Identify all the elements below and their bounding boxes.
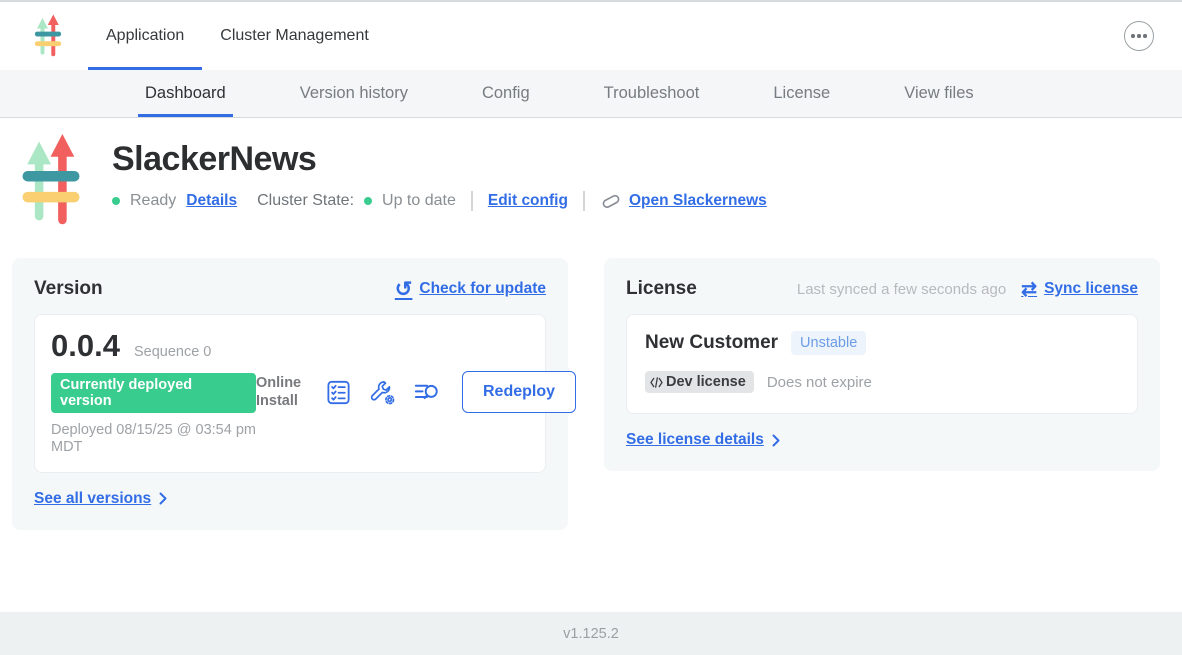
license-info-panel: New Customer Unstable Dev license Does n… <box>626 314 1138 414</box>
see-license-details-label: See license details <box>626 431 764 449</box>
license-card-header: License Last synced a few seconds ago ⇄ … <box>626 278 1138 300</box>
tab-troubleshoot-label: Troubleshoot <box>604 84 700 103</box>
version-info: 0.0.4 Sequence 0 Currently deployed vers… <box>51 328 256 457</box>
tab-license-label: License <box>773 84 830 103</box>
customer-name: New Customer <box>645 332 778 354</box>
license-card-title: License <box>626 278 697 300</box>
license-type-row: Dev license Does not expire <box>645 371 1119 393</box>
last-synced-text: Last synced a few seconds ago <box>797 281 1006 298</box>
cluster-state-dot-icon <box>364 197 372 205</box>
edit-config-link[interactable]: Edit config <box>488 192 568 210</box>
tab-config[interactable]: Config <box>475 70 537 117</box>
license-type-label: Dev license <box>666 374 746 390</box>
tab-version-history[interactable]: Version history <box>293 70 415 117</box>
console-version: v1.125.2 <box>563 626 619 642</box>
code-icon <box>650 377 663 388</box>
version-card-header: Version ↺ Check for update <box>34 278 546 300</box>
tab-application-label: Application <box>106 27 184 45</box>
chevron-right-icon <box>159 492 167 505</box>
divider <box>471 191 473 211</box>
tab-license[interactable]: License <box>766 70 837 117</box>
customer-row: New Customer Unstable <box>645 331 1119 355</box>
sync-license-label: Sync license <box>1044 280 1138 298</box>
license-expiry-text: Does not expire <box>767 374 872 391</box>
app-status-row: Ready Details Cluster State: Up to date … <box>112 191 767 211</box>
app-status-dot-icon <box>112 197 120 205</box>
open-app-link[interactable]: Open Slackernews <box>600 192 767 210</box>
divider <box>583 191 585 211</box>
edit-config-icon[interactable] <box>369 379 396 406</box>
version-card: Version ↺ Check for update 0.0.4 Sequenc… <box>12 258 568 530</box>
current-version-panel: 0.0.4 Sequence 0 Currently deployed vers… <box>34 314 546 473</box>
overflow-menu-button[interactable] <box>1124 21 1154 51</box>
license-type-badge: Dev license <box>645 371 754 393</box>
version-number: 0.0.4 <box>51 328 120 364</box>
sync-license-link[interactable]: ⇄ Sync license <box>1021 280 1138 299</box>
admin-console-page: Application Cluster Management Dashboard… <box>0 0 1182 530</box>
tab-config-label: Config <box>482 84 530 103</box>
tab-dashboard-label: Dashboard <box>145 84 226 103</box>
tab-application[interactable]: Application <box>88 2 202 70</box>
top-nav-tabs: Application Cluster Management <box>88 2 387 70</box>
app-title: SlackerNews <box>112 140 767 179</box>
check-for-update-label: Check for update <box>419 280 546 298</box>
details-link[interactable]: Details <box>186 192 237 210</box>
app-header: SlackerNews Ready Details Cluster State:… <box>0 118 1182 228</box>
version-actions: Online Install <box>256 371 576 413</box>
top-nav: Application Cluster Management <box>0 0 1182 70</box>
version-number-row: 0.0.4 Sequence 0 <box>51 328 256 364</box>
tab-dashboard[interactable]: Dashboard <box>138 70 233 117</box>
app-status-text: Ready <box>130 192 176 210</box>
license-card: License Last synced a few seconds ago ⇄ … <box>604 258 1160 471</box>
channel-badge: Unstable <box>791 331 866 355</box>
deployed-timestamp: Deployed 08/15/25 @ 03:54 pm MDT <box>51 422 256 457</box>
chain-link-icon <box>600 192 622 210</box>
version-card-actions: ↺ Check for update <box>395 279 546 300</box>
cluster-state-label: Cluster State: <box>257 192 354 210</box>
install-type-label: Online Install <box>256 374 308 410</box>
tab-troubleshoot[interactable]: Troubleshoot <box>597 70 707 117</box>
view-deploy-logs-icon[interactable] <box>413 379 440 406</box>
dashboard-cards: Version ↺ Check for update 0.0.4 Sequenc… <box>12 258 1160 530</box>
slackernews-logo-icon <box>22 133 80 228</box>
redeploy-button[interactable]: Redeploy <box>462 371 576 413</box>
see-all-versions-link[interactable]: See all versions <box>34 490 167 508</box>
open-app-link-label: Open Slackernews <box>629 192 767 210</box>
check-for-update-link[interactable]: ↺ Check for update <box>395 279 546 300</box>
ellipsis-icon <box>1131 34 1135 38</box>
tab-view-files[interactable]: View files <box>897 70 980 117</box>
sync-icon: ⇄ <box>1021 280 1037 299</box>
tab-cluster-management-label: Cluster Management <box>220 27 369 45</box>
see-all-versions-label: See all versions <box>34 490 151 508</box>
deployed-status-badge: Currently deployed version <box>51 373 256 413</box>
cluster-state-value: Up to date <box>382 192 456 210</box>
app-sub-nav: Dashboard Version history Config Trouble… <box>0 70 1182 118</box>
sequence-label: Sequence 0 <box>134 344 211 360</box>
chevron-right-icon <box>772 434 780 447</box>
app-header-text: SlackerNews Ready Details Cluster State:… <box>112 133 767 228</box>
tab-view-files-label: View files <box>904 84 973 103</box>
license-card-actions: Last synced a few seconds ago ⇄ Sync lic… <box>797 280 1138 299</box>
see-license-details-link[interactable]: See license details <box>626 431 780 449</box>
refresh-icon: ↺ <box>395 279 413 300</box>
app-logo-icon <box>33 14 63 58</box>
console-footer: v1.125.2 <box>0 612 1182 655</box>
preflight-checks-icon[interactable] <box>325 379 352 406</box>
tab-version-history-label: Version history <box>300 84 408 103</box>
version-card-title: Version <box>34 278 103 300</box>
tab-cluster-management[interactable]: Cluster Management <box>202 2 387 70</box>
